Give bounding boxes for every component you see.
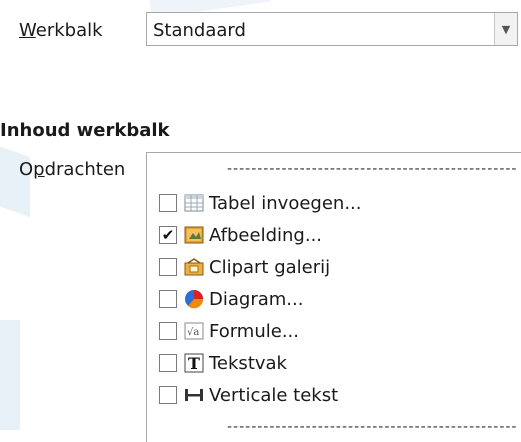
check-icon: ✔ bbox=[161, 225, 175, 244]
item-label: Afbeelding... bbox=[209, 224, 323, 246]
item-label: Diagram... bbox=[209, 288, 304, 310]
chevron-down-icon[interactable]: ▼ bbox=[494, 13, 517, 45]
list-item-vertical-text[interactable]: Verticale tekst bbox=[159, 383, 338, 407]
table-icon bbox=[184, 193, 204, 213]
list-item-image[interactable]: ✔ Afbeelding... bbox=[159, 223, 322, 247]
list-item-textbox[interactable]: T Tekstvak bbox=[159, 351, 287, 375]
vertical-text-icon bbox=[184, 385, 204, 405]
item-label: Formule... bbox=[209, 320, 299, 342]
toolbar-select-value: Standaard bbox=[153, 20, 246, 41]
svg-text:√a: √a bbox=[187, 327, 199, 338]
separator: ----------------------------------------… bbox=[227, 161, 518, 177]
checkbox[interactable] bbox=[159, 386, 177, 404]
toolbar-label: Werkbalk bbox=[19, 20, 103, 41]
checkbox[interactable] bbox=[159, 322, 177, 340]
checkbox[interactable]: ✔ bbox=[159, 226, 177, 244]
checkbox[interactable] bbox=[159, 290, 177, 308]
textbox-icon: T bbox=[184, 353, 204, 373]
svg-text:T: T bbox=[188, 354, 200, 373]
checkbox[interactable] bbox=[159, 194, 177, 212]
formula-icon: √a bbox=[184, 321, 204, 341]
list-item-chart[interactable]: Diagram... bbox=[159, 287, 303, 311]
section-title: Inhoud werkbalk bbox=[0, 120, 170, 141]
list-item-formula[interactable]: √a Formule... bbox=[159, 319, 299, 343]
checkbox[interactable] bbox=[159, 258, 177, 276]
commands-label: Opdrachten bbox=[19, 159, 126, 180]
item-label: Clipart galerij bbox=[209, 256, 331, 278]
item-label: Tekstvak bbox=[209, 352, 287, 374]
separator: ----------------------------------------… bbox=[227, 419, 518, 435]
gallery-icon bbox=[184, 257, 204, 277]
item-label: Verticale tekst bbox=[209, 384, 339, 406]
checkbox[interactable] bbox=[159, 354, 177, 372]
toolbar-select[interactable]: Standaard ▼ bbox=[146, 12, 518, 46]
image-icon bbox=[184, 225, 204, 245]
item-label: Tabel invoegen... bbox=[209, 192, 362, 214]
chart-icon bbox=[184, 289, 204, 309]
commands-list[interactable]: ----------------------------------------… bbox=[146, 152, 521, 442]
list-item-table[interactable]: Tabel invoegen... bbox=[159, 191, 362, 215]
list-item-gallery[interactable]: Clipart galerij bbox=[159, 255, 330, 279]
